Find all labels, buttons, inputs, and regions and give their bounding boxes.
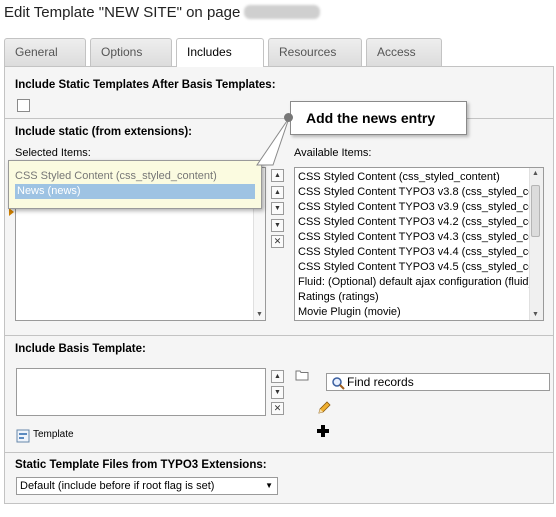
- move-up-button[interactable]: ▲: [271, 186, 284, 199]
- available-items-list[interactable]: CSS Styled Content (css_styled_content) …: [294, 167, 544, 321]
- tab-access[interactable]: Access: [366, 38, 442, 66]
- popup-item-selected[interactable]: News (news): [15, 184, 255, 199]
- basis-move-down-button[interactable]: ▼: [271, 386, 284, 399]
- basis-template-label: Include Basis Template:: [15, 343, 146, 355]
- list-item[interactable]: CSS Styled Content TYPO3 v4.3 (css_style…: [295, 230, 543, 245]
- list-item[interactable]: Movie Plugin (movie): [295, 305, 543, 320]
- divider: [5, 335, 553, 336]
- include-static-label: Include static (from extensions):: [15, 126, 193, 138]
- tab-general[interactable]: General: [4, 38, 86, 66]
- tab-resources[interactable]: Resources: [268, 38, 362, 66]
- list-item[interactable]: CSS Styled Content TYPO3 v3.9 (css_style…: [295, 200, 543, 215]
- list-item[interactable]: CSS Styled Content TYPO3 v3.8 (css_style…: [295, 185, 543, 200]
- selected-items-label: Selected Items:: [15, 147, 91, 159]
- tab-bar: General Options Includes Resources Acces…: [4, 38, 554, 67]
- pencil-icon[interactable]: [316, 400, 332, 416]
- list-item[interactable]: Ratings (ratings): [295, 290, 543, 305]
- find-records-input[interactable]: Find records: [326, 373, 550, 391]
- basis-template-list[interactable]: [16, 368, 266, 416]
- popup-item[interactable]: CSS Styled Content (css_styled_content): [15, 169, 255, 184]
- search-icon: [332, 377, 345, 390]
- redacted-page-name: [244, 5, 321, 19]
- plus-icon[interactable]: [316, 424, 330, 438]
- template-icon[interactable]: [16, 429, 30, 443]
- static-after-basis-label: Include Static Templates After Basis Tem…: [15, 79, 276, 91]
- selected-items-popup[interactable]: CSS Styled Content (css_styled_content) …: [8, 160, 262, 209]
- page-title: Edit Template "NEW SITE" on page: [4, 4, 321, 21]
- basis-move-up-button[interactable]: ▲: [271, 370, 284, 383]
- chevron-down-icon: ▼: [265, 481, 273, 490]
- scroll-down-arrow-icon[interactable]: ▼: [256, 311, 263, 318]
- remove-button[interactable]: ✕: [271, 235, 284, 248]
- static-files-value: Default (include before if root flag is …: [20, 480, 215, 492]
- available-items-scrollbar[interactable]: ▲ ▼: [529, 168, 543, 320]
- list-item[interactable]: CSS Styled Content TYPO3 v4.4 (css_style…: [295, 245, 543, 260]
- move-top-button[interactable]: ▲: [271, 169, 284, 182]
- find-records-text: Find records: [347, 375, 414, 389]
- list-item[interactable]: CSS Styled Content TYPO3 v4.5 (css_style…: [295, 260, 543, 275]
- scrollbar-thumb[interactable]: [531, 185, 540, 237]
- callout-annotation: Add the news entry: [290, 101, 467, 135]
- divider: [5, 452, 553, 453]
- available-items-label: Available Items:: [294, 147, 372, 159]
- static-after-basis-checkbox[interactable]: [17, 99, 30, 112]
- template-link[interactable]: Template: [33, 429, 74, 440]
- folder-icon[interactable]: [295, 369, 309, 381]
- list-item[interactable]: CSS Styled Content (css_styled_content): [295, 170, 543, 185]
- list-item[interactable]: Fluid: (Optional) default ajax configura…: [295, 275, 543, 290]
- tab-includes[interactable]: Includes: [176, 38, 264, 67]
- static-files-select[interactable]: Default (include before if root flag is …: [16, 477, 278, 495]
- marker-arrow-icon: [9, 208, 14, 216]
- tab-options[interactable]: Options: [90, 38, 172, 66]
- static-files-label: Static Template Files from TYPO3 Extensi…: [15, 459, 267, 471]
- move-bottom-button[interactable]: ▼: [271, 219, 284, 232]
- callout-dot-icon: [284, 113, 293, 122]
- scroll-up-arrow-icon[interactable]: ▲: [532, 170, 539, 177]
- basis-remove-button[interactable]: ✕: [271, 402, 284, 415]
- list-item[interactable]: CSS Styled Content TYPO3 v4.2 (css_style…: [295, 215, 543, 230]
- page-title-text: Edit Template "NEW SITE" on page: [4, 4, 241, 21]
- move-down-button[interactable]: ▼: [271, 202, 284, 215]
- scroll-down-arrow-icon[interactable]: ▼: [532, 311, 539, 318]
